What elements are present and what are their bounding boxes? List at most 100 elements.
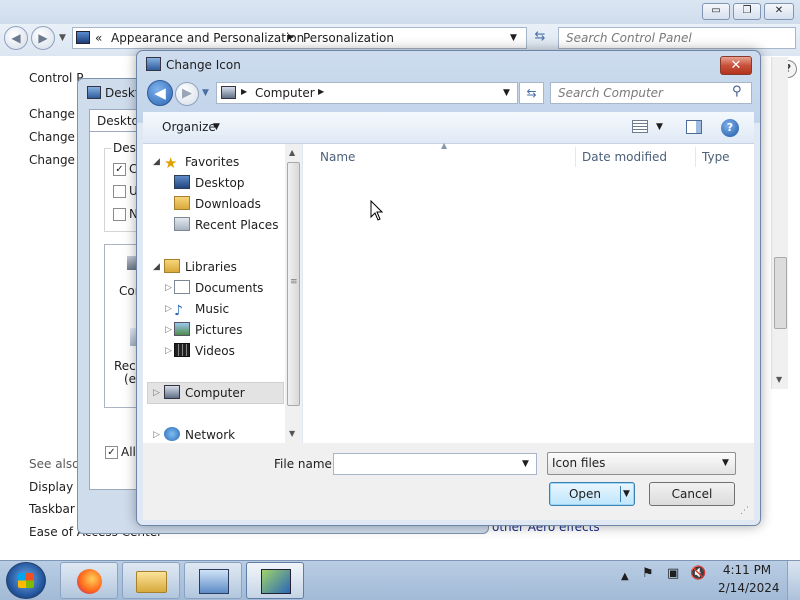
scroll-down-icon[interactable]: ▼ bbox=[776, 375, 782, 384]
column-header-date-modified[interactable]: Date modified bbox=[582, 150, 667, 164]
nav-item-label: Pictures bbox=[195, 323, 243, 337]
search-icon[interactable]: ⚲ bbox=[732, 84, 742, 99]
expand-arrow-icon[interactable]: ▷ bbox=[153, 430, 160, 440]
nav-item-label: Downloads bbox=[195, 197, 261, 211]
forward-button[interactable]: ▶ bbox=[31, 26, 55, 50]
breadcrumb-separator-icon[interactable]: ▶ bbox=[241, 87, 247, 96]
taskbar-personalization[interactable] bbox=[246, 562, 304, 599]
recent-places-icon bbox=[174, 217, 190, 231]
windows-logo-icon bbox=[18, 573, 34, 588]
clock-date[interactable]: 2/14/2024 bbox=[718, 581, 780, 595]
see-also-display-link[interactable]: Display bbox=[29, 480, 73, 494]
music-icon: ♪ bbox=[174, 303, 183, 319]
breadcrumb-personalization[interactable]: Personalization bbox=[303, 28, 394, 48]
control-panel-home-link[interactable]: Control P bbox=[29, 71, 83, 85]
expand-arrow-icon[interactable]: ▷ bbox=[165, 283, 172, 293]
desktop-icon-settings-icon bbox=[87, 86, 101, 99]
help-icon[interactable]: ? bbox=[721, 119, 739, 137]
checkbox-user-files[interactable] bbox=[113, 185, 126, 198]
views-dropdown-icon[interactable]: ▼ bbox=[656, 122, 663, 132]
see-also-heading: See also bbox=[29, 457, 80, 471]
taskbar-firefox[interactable] bbox=[60, 562, 118, 599]
taskbar-explorer[interactable] bbox=[122, 562, 180, 599]
checkmark-icon: ✓ bbox=[115, 164, 124, 175]
views-icon[interactable] bbox=[632, 120, 648, 133]
start-button[interactable] bbox=[6, 562, 46, 599]
file-list-pane[interactable] bbox=[303, 144, 754, 443]
open-dropdown-icon[interactable]: ▼ bbox=[623, 483, 630, 505]
navigation-pane-scrollbar[interactable]: ▲ ≡ ▼ bbox=[285, 144, 302, 443]
show-hidden-icons-button[interactable]: ▲ bbox=[621, 571, 629, 582]
nav-item-favorites[interactable]: ★ Favorites bbox=[164, 152, 304, 173]
refresh-icon[interactable]: ⇆ bbox=[529, 29, 551, 49]
expand-arrow-icon[interactable]: ▷ bbox=[165, 346, 172, 356]
breadcrumb-computer[interactable]: Computer bbox=[255, 83, 315, 103]
file-type-select[interactable]: Icon files ▼ bbox=[547, 452, 736, 475]
scroll-up-icon[interactable]: ▲ bbox=[289, 148, 295, 157]
pictures-icon bbox=[174, 322, 190, 336]
column-divider[interactable] bbox=[575, 147, 576, 167]
file-name-input[interactable]: ▼ bbox=[333, 453, 537, 475]
control-panel-address-bar[interactable]: « Appearance and Personalization ▶ Perso… bbox=[72, 27, 527, 49]
expand-arrow-icon[interactable]: ▷ bbox=[153, 388, 160, 398]
explorer-icon bbox=[136, 571, 167, 593]
address-overflow-chevron[interactable]: « bbox=[95, 28, 102, 48]
breadcrumb-appearance[interactable]: Appearance and Personalization bbox=[111, 28, 304, 48]
checkbox-network[interactable] bbox=[113, 208, 126, 221]
file-type-dropdown-icon[interactable]: ▼ bbox=[722, 458, 729, 468]
control-panel-scrollbar[interactable]: ▼ bbox=[771, 57, 788, 389]
control-panel-search-field[interactable]: Search Control Panel bbox=[558, 27, 796, 49]
checkbox-allow-themes[interactable]: ✓ bbox=[105, 446, 118, 459]
dialog-address-bar[interactable]: ▶ Computer ▶ ▼ bbox=[216, 82, 518, 104]
organize-dropdown-icon[interactable]: ▼ bbox=[213, 122, 220, 132]
column-header-type[interactable]: Type bbox=[702, 150, 730, 164]
breadcrumb-separator-icon[interactable]: ▶ bbox=[318, 87, 324, 96]
open-button[interactable]: Open ▼ bbox=[549, 482, 635, 506]
cancel-button[interactable]: Cancel bbox=[649, 482, 735, 506]
resize-grip-icon[interactable]: ⋰ bbox=[740, 506, 749, 516]
nav-item-libraries[interactable]: Libraries bbox=[164, 257, 304, 278]
expand-arrow-icon[interactable]: ▷ bbox=[165, 325, 172, 335]
cancel-button-label: Cancel bbox=[671, 487, 713, 501]
clock-time[interactable]: 4:11 PM bbox=[718, 563, 776, 577]
file-name-dropdown-icon[interactable]: ▼ bbox=[522, 459, 529, 469]
expand-arrow-icon[interactable]: ▷ bbox=[165, 304, 172, 314]
dialog-close-button[interactable]: ✕ bbox=[720, 56, 752, 75]
recent-locations-chevron-icon[interactable]: ▼ bbox=[202, 88, 209, 98]
collapse-arrow-icon[interactable]: ◢ bbox=[153, 262, 160, 272]
dialog-search-field[interactable]: Search Computer ⚲ bbox=[550, 82, 752, 104]
close-button[interactable]: ✕ bbox=[764, 3, 794, 20]
change-icon-dialog-icon bbox=[146, 57, 161, 71]
back-button[interactable]: ◀ bbox=[4, 26, 28, 50]
dialog-title: Change Icon bbox=[166, 58, 241, 72]
network-status-icon[interactable]: ▣ bbox=[667, 566, 679, 581]
minimize-button[interactable]: ▭ bbox=[702, 3, 730, 20]
action-center-flag-icon[interactable]: ⚑ bbox=[642, 566, 654, 581]
volume-muted-icon[interactable]: 🔇 bbox=[690, 566, 706, 581]
scroll-down-icon[interactable]: ▼ bbox=[289, 429, 295, 438]
breadcrumb-separator-icon[interactable]: ▶ bbox=[288, 32, 294, 41]
show-desktop-button[interactable] bbox=[787, 561, 800, 600]
preview-pane-icon[interactable] bbox=[686, 120, 702, 134]
address-dropdown-icon[interactable]: ▼ bbox=[503, 88, 510, 98]
dialog-forward-button[interactable]: ▶ bbox=[175, 82, 199, 106]
column-divider[interactable] bbox=[695, 147, 696, 167]
restore-button[interactable]: ❐ bbox=[733, 3, 761, 20]
dialog-back-button[interactable]: ◀ bbox=[147, 80, 173, 106]
taskbar-control-panel[interactable] bbox=[184, 562, 242, 599]
nav-item-computer[interactable]: Computer bbox=[164, 383, 304, 404]
recent-pages-chevron-icon[interactable]: ▼ bbox=[59, 33, 66, 43]
checkbox-computer[interactable]: ✓ bbox=[113, 163, 126, 176]
column-header-name[interactable]: Name bbox=[320, 150, 355, 164]
nav-item-label: Recent Places bbox=[195, 218, 279, 232]
file-type-value: Icon files bbox=[552, 456, 606, 470]
arrow-left-icon: ◀ bbox=[11, 31, 21, 45]
split-divider bbox=[620, 486, 621, 502]
organize-menu-button[interactable]: Organize bbox=[162, 120, 216, 134]
scrollbar-thumb[interactable] bbox=[774, 257, 787, 329]
address-dropdown-icon[interactable]: ▼ bbox=[510, 33, 517, 43]
file-name-label: File name: bbox=[274, 457, 336, 471]
restore-icon: ❐ bbox=[742, 5, 752, 16]
dialog-refresh-button[interactable]: ⇆ bbox=[519, 82, 544, 104]
collapse-arrow-icon[interactable]: ◢ bbox=[153, 157, 160, 167]
